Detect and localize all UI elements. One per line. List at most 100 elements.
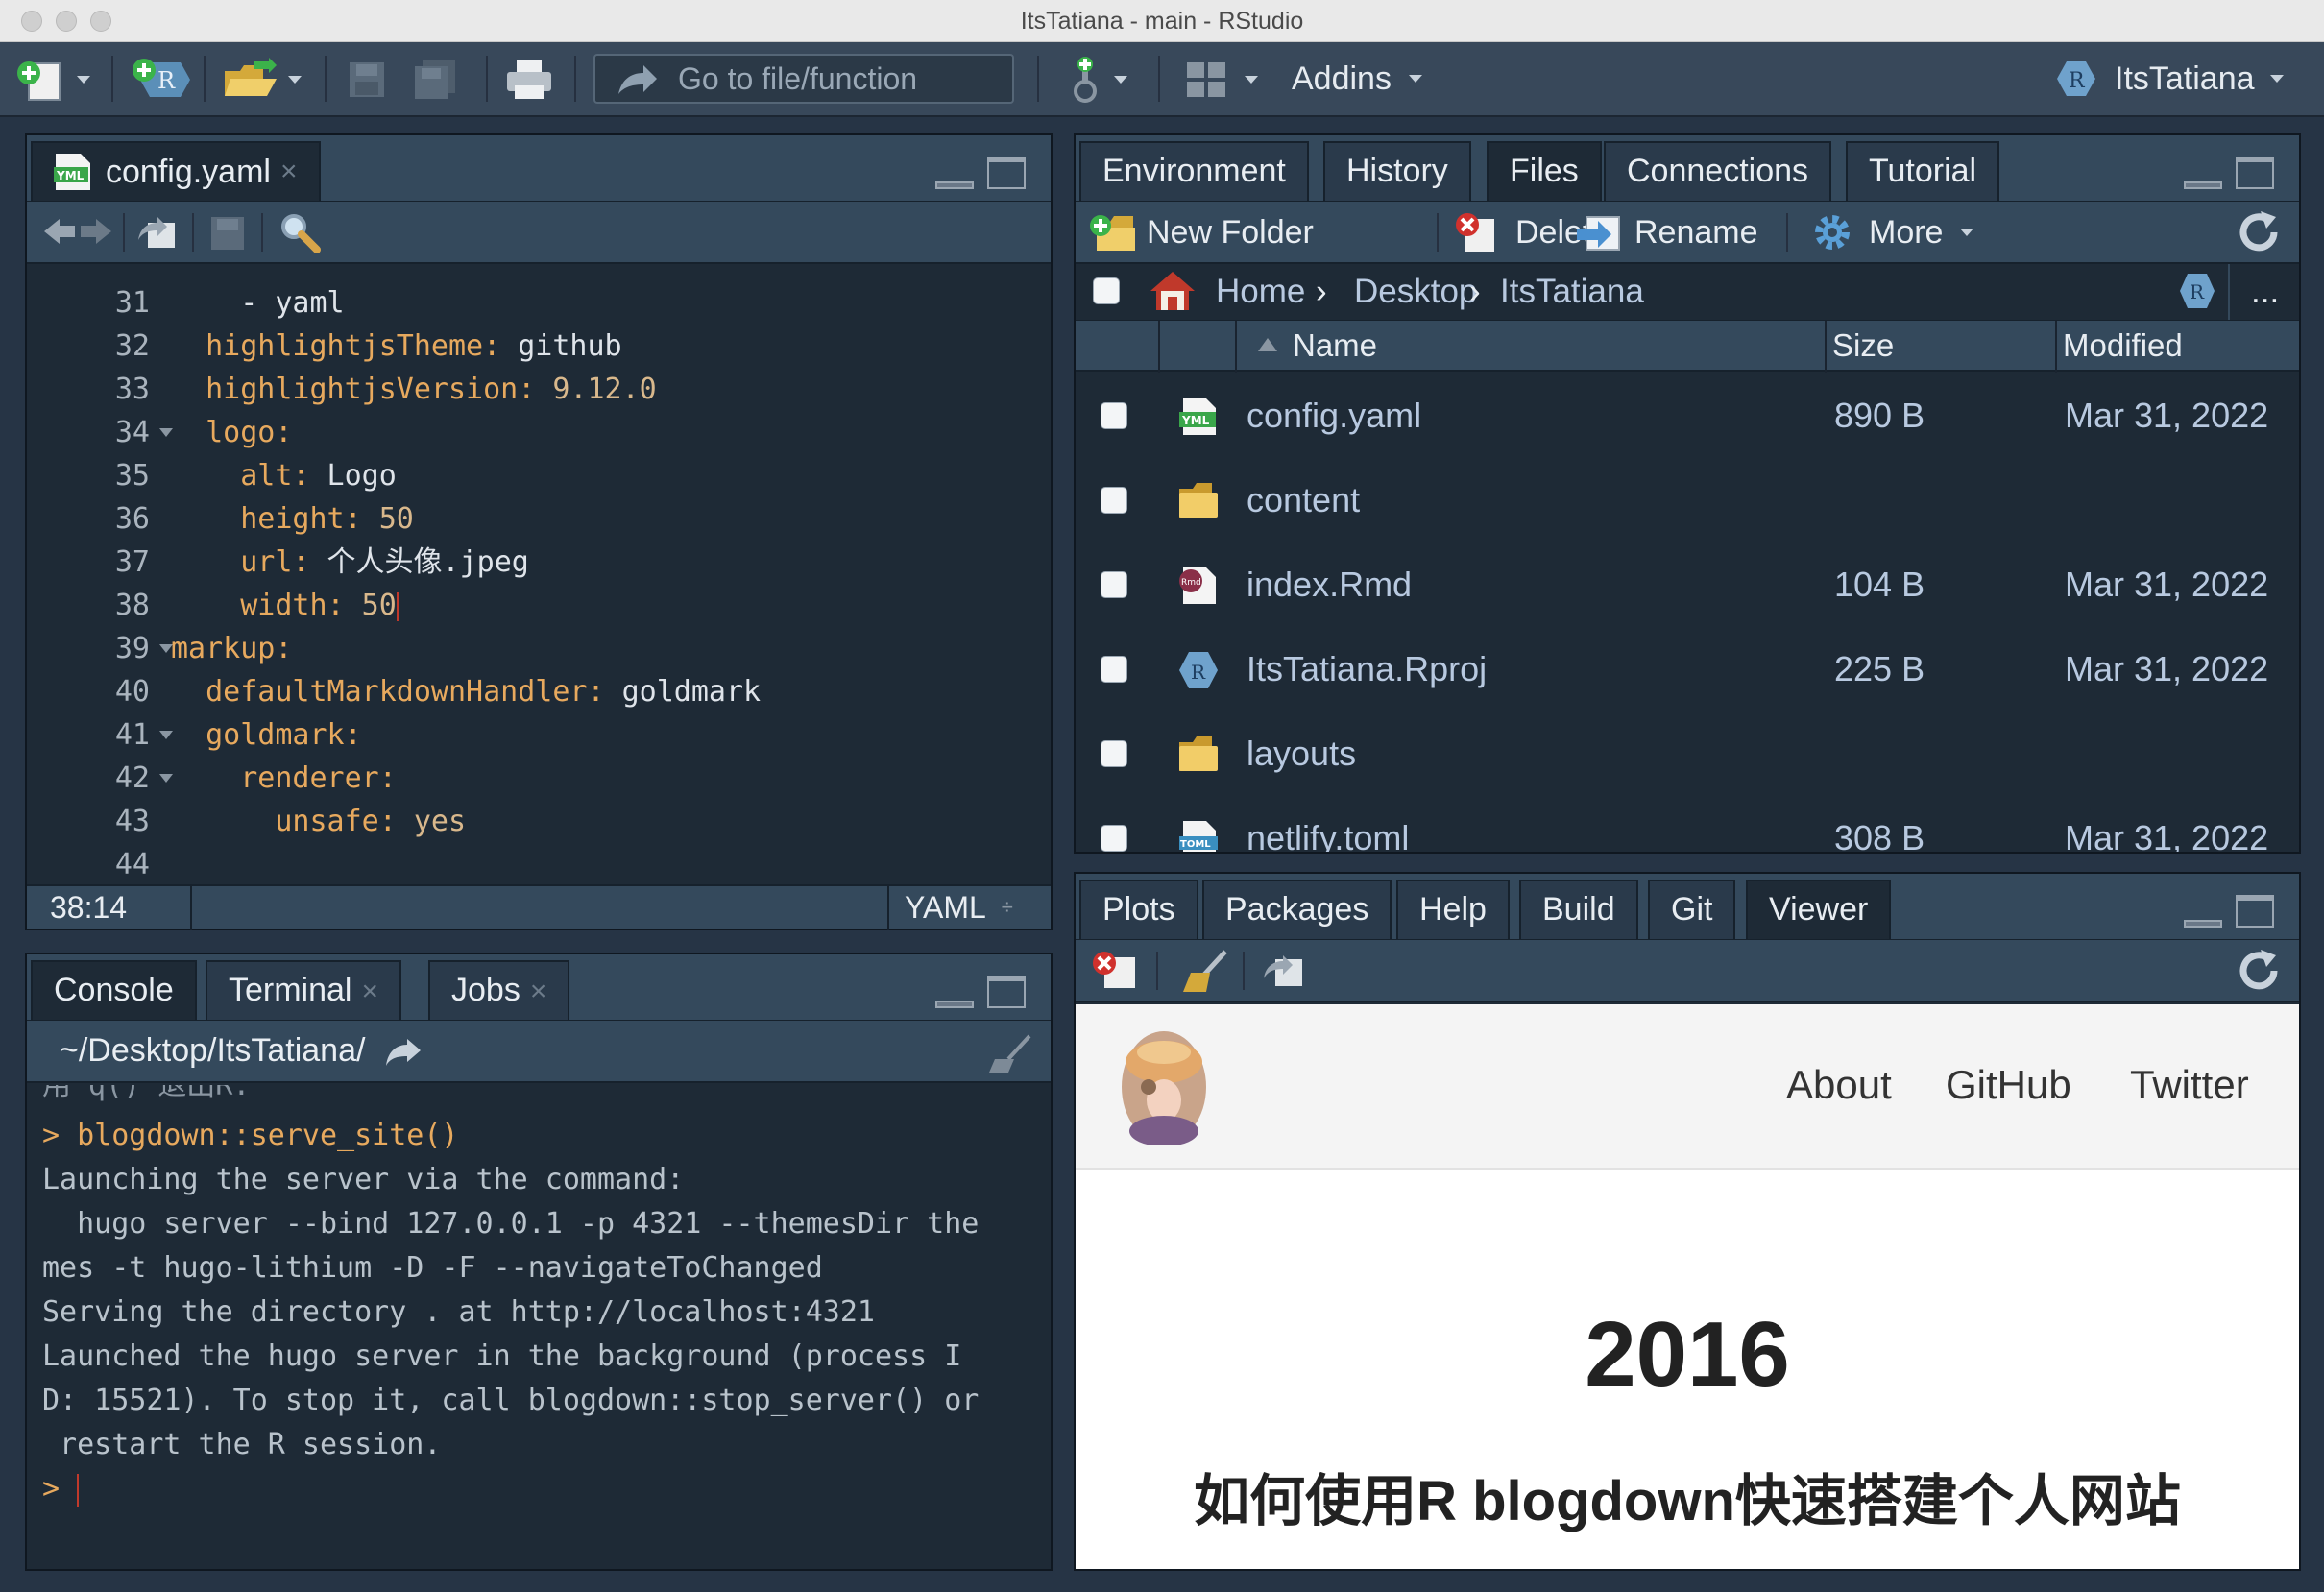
nav-twitter-link[interactable]: Twitter — [2130, 1062, 2249, 1108]
tab-git[interactable]: Git — [1648, 880, 1736, 939]
go-to-file-input[interactable]: Go to file/function — [593, 54, 1014, 104]
minimize-pane-icon[interactable] — [935, 1001, 974, 1008]
file-type-icon — [1177, 735, 1220, 775]
console-prompt[interactable]: > — [42, 1467, 80, 1511]
pane-layout-button[interactable] — [1185, 56, 1258, 104]
file-row[interactable]: content — [1076, 468, 2299, 533]
home-icon[interactable] — [1149, 270, 1197, 312]
file-checkbox[interactable] — [1101, 825, 1127, 852]
column-name[interactable]: Name — [1293, 321, 1377, 371]
save-icon[interactable] — [209, 215, 248, 252]
r-project-icon[interactable]: R — [2178, 272, 2216, 310]
tab-jobs[interactable]: Jobs × — [428, 960, 570, 1020]
file-type-select[interactable]: YAML ÷ — [905, 886, 1013, 929]
tab-build[interactable]: Build — [1519, 880, 1638, 939]
tab-connections[interactable]: Connections — [1604, 141, 1832, 201]
tab-terminal[interactable]: Terminal × — [206, 960, 402, 1020]
file-row[interactable]: Rmd index.Rmd 104 B Mar 31, 2022 — [1076, 552, 2299, 617]
tab-packages[interactable]: Packages — [1202, 880, 1392, 939]
yaml-value: 50 — [361, 502, 414, 536]
column-size[interactable]: Size — [1832, 321, 1894, 371]
minimize-pane-icon[interactable] — [2184, 920, 2222, 928]
save-icon — [350, 62, 384, 97]
file-name[interactable]: index.Rmd — [1247, 552, 1412, 617]
maximize-pane-icon[interactable] — [987, 157, 1026, 189]
search-icon[interactable] — [278, 211, 323, 253]
nav-about-link[interactable]: About — [1786, 1062, 1892, 1108]
close-window-button[interactable] — [21, 11, 42, 32]
tab-viewer[interactable]: Viewer — [1746, 880, 1892, 939]
file-row[interactable]: R ItsTatiana.Rproj 225 B Mar 31, 2022 — [1076, 637, 2299, 702]
maximize-pane-icon[interactable] — [2236, 157, 2274, 189]
file-name[interactable]: config.yaml — [1247, 383, 1421, 448]
minimize-pane-icon[interactable] — [935, 181, 974, 189]
console-output[interactable]: 用 q() 退出R. > blogdown::serve_site() Laun… — [27, 1085, 1051, 1569]
tab-environment[interactable]: Environment — [1079, 141, 1309, 201]
save-button[interactable] — [348, 56, 386, 104]
clear-all-broom-icon[interactable] — [1181, 950, 1229, 994]
remove-viewer-icon[interactable] — [1091, 950, 1139, 992]
tab-config-yaml[interactable]: YML config.yaml × — [31, 141, 321, 201]
back-arrow-icon[interactable] — [42, 215, 77, 248]
maximize-pane-icon[interactable] — [987, 976, 1026, 1008]
file-checkbox[interactable] — [1101, 740, 1127, 767]
save-all-button[interactable] — [413, 56, 459, 104]
post-title-link[interactable]: 如何使用R blogdown快速搭建个人网站 — [1076, 1456, 2299, 1536]
show-in-new-window-icon[interactable] — [1262, 952, 1306, 990]
close-tab-icon[interactable]: × — [361, 976, 378, 1007]
tab-help[interactable]: Help — [1396, 880, 1510, 939]
tab-history[interactable]: History — [1323, 141, 1471, 201]
open-file-button[interactable] — [221, 56, 302, 104]
code-editor[interactable]: - 31 - yaml32 highlightjsTheme: github33… — [27, 268, 1051, 884]
tab-console[interactable]: Console — [31, 960, 197, 1020]
tab-files[interactable]: Files — [1487, 141, 1602, 201]
addins-menu[interactable]: Addins — [1292, 54, 1422, 104]
file-checkbox[interactable] — [1101, 571, 1127, 598]
file-row[interactable]: TOML netlify.toml 308 B Mar 31, 2022 — [1076, 806, 2299, 852]
close-tab-icon[interactable]: × — [280, 144, 298, 200]
file-row[interactable]: layouts — [1076, 721, 2299, 786]
console-output-line: hugo server --bind 127.0.0.1 -p 4321 --t… — [42, 1207, 980, 1241]
new-project-button[interactable]: R — [129, 56, 192, 104]
rename-button[interactable]: Rename — [1575, 205, 1758, 259]
nav-github-link[interactable]: GitHub — [1946, 1062, 2071, 1108]
clear-console-icon[interactable] — [987, 1032, 1033, 1074]
minimize-window-button[interactable] — [56, 11, 77, 32]
maximize-pane-icon[interactable] — [2236, 895, 2274, 928]
version-control-button[interactable] — [1066, 56, 1127, 104]
close-tab-icon[interactable]: × — [530, 976, 547, 1007]
tab-tutorial[interactable]: Tutorial — [1846, 141, 2000, 201]
select-all-checkbox[interactable] — [1093, 277, 1120, 304]
file-row[interactable]: YML config.yaml 890 B Mar 31, 2022 — [1076, 383, 2299, 448]
avatar[interactable] — [1120, 1029, 1208, 1145]
file-name[interactable]: content — [1247, 468, 1360, 533]
more-menu[interactable]: More — [1811, 205, 1974, 259]
new-folder-button[interactable]: New Folder — [1089, 205, 1314, 259]
forward-arrow-icon[interactable] — [79, 215, 113, 248]
breadcrumb-desktop[interactable]: Desktop — [1354, 264, 1477, 320]
main-toolbar: R Go to file/function Addins R ItsTatian… — [0, 42, 2324, 117]
file-checkbox[interactable] — [1101, 656, 1127, 683]
file-name[interactable]: netlify.toml — [1247, 806, 1409, 852]
go-to-directory-icon[interactable] — [384, 1037, 423, 1068]
print-button[interactable] — [505, 56, 553, 104]
more-path-button[interactable]: ... — [2251, 264, 2279, 320]
file-name[interactable]: ItsTatiana.Rproj — [1247, 637, 1487, 702]
console-output-line: Serving the directory . at http://localh… — [42, 1295, 875, 1329]
code-text: highlightjsVersion: 9.12.0 — [171, 368, 657, 411]
new-file-button[interactable] — [15, 56, 90, 104]
breadcrumb-project[interactable]: ItsTatiana — [1500, 264, 1644, 320]
zoom-window-button[interactable] — [90, 11, 111, 32]
show-in-window-icon[interactable] — [136, 213, 179, 252]
minimize-pane-icon[interactable] — [2184, 181, 2222, 189]
file-checkbox[interactable] — [1101, 402, 1127, 429]
file-checkbox[interactable] — [1101, 487, 1127, 514]
refresh-icon[interactable] — [2238, 211, 2280, 253]
file-size: 225 B — [1834, 649, 1925, 688]
refresh-icon[interactable] — [2238, 950, 2280, 992]
tab-plots[interactable]: Plots — [1079, 880, 1198, 939]
breadcrumb-home[interactable]: Home — [1216, 264, 1305, 320]
column-modified[interactable]: Modified — [2063, 321, 2183, 371]
project-menu[interactable]: R ItsTatiana — [2055, 54, 2284, 104]
file-name[interactable]: layouts — [1247, 721, 1356, 786]
